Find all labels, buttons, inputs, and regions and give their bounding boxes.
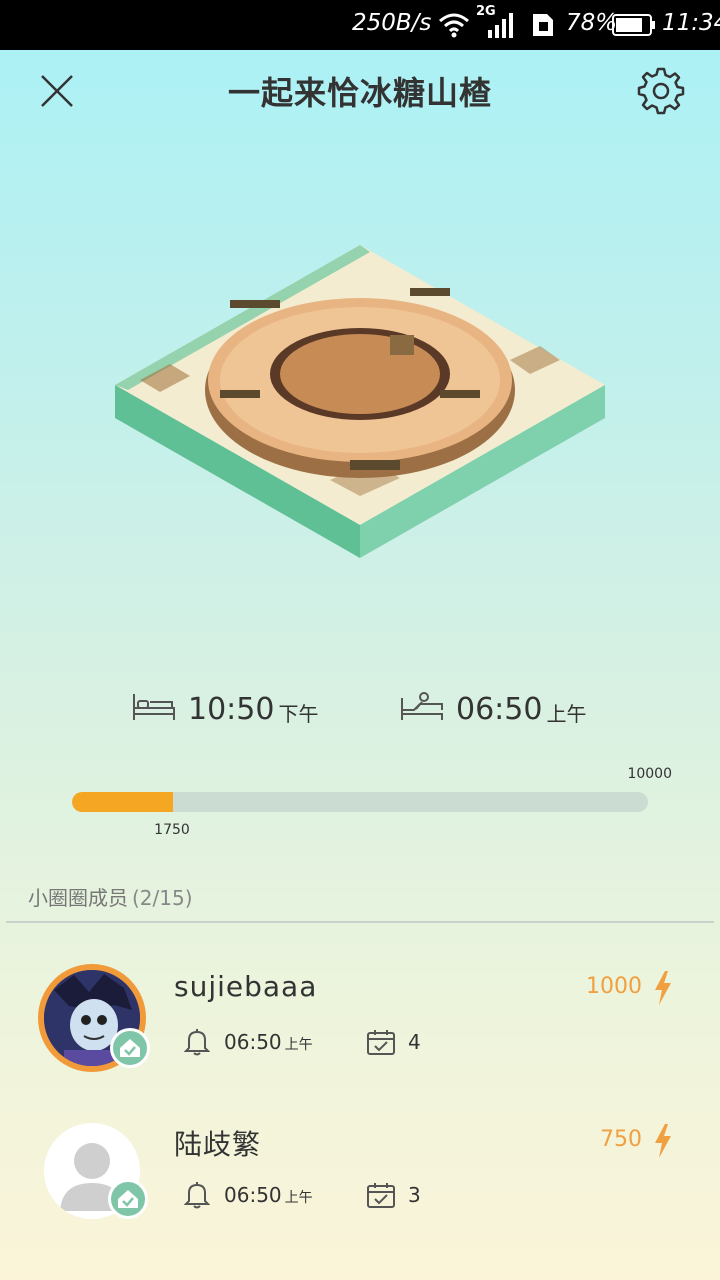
member-score: 1000 (586, 974, 642, 999)
wake-up-icon (401, 692, 443, 720)
members-label: 小圈圈成员 (28, 886, 128, 910)
bedtime-time: 10:50 (188, 692, 275, 727)
battery-percent: 78% (566, 10, 618, 36)
close-icon (41, 75, 73, 107)
status-bar: 250B/s 2G 78% 11:34 (0, 0, 720, 50)
network-rate: 250B/s (352, 10, 432, 36)
battery-icon (612, 14, 655, 36)
members-section-header: 小圈圈成员 (2/15) (28, 882, 193, 911)
member-row[interactable]: 陆歧繁 750 06:50 上午 3 (0, 1113, 720, 1253)
divider (6, 921, 714, 923)
bell-icon (184, 1182, 210, 1209)
member-name: 陆歧繁 (174, 1128, 262, 1161)
progress-max: 10000 (627, 766, 672, 782)
arena-island-illustration (115, 245, 605, 558)
wake-period: 上午 (546, 702, 587, 726)
lightning-icon (655, 971, 671, 1005)
member-checkins: 4 (408, 1030, 421, 1054)
gear-icon (637, 67, 685, 115)
progress-current: 1750 (154, 822, 190, 838)
lightning-icon (655, 1124, 671, 1158)
member-alarm: 06:50 上午 (224, 1030, 313, 1054)
member-alarm-time: 06:50 (224, 1030, 282, 1054)
sim-icon (533, 14, 553, 36)
progress-fill (72, 792, 173, 812)
bell-icon (184, 1029, 210, 1056)
clock: 11:34 (662, 10, 720, 36)
signal-icon (488, 13, 513, 38)
page-title: 一起来恰冰糖山楂 (227, 74, 492, 112)
bed-icon (133, 694, 175, 720)
calendar-check-icon (367, 1183, 395, 1208)
member-alarm-period: 上午 (284, 1037, 313, 1053)
progress-bar (72, 792, 648, 812)
home-badge-icon (110, 1028, 150, 1068)
wake-time-display: 06:50 上午 (400, 684, 586, 728)
member-name: sujiebaaa (174, 970, 318, 1003)
member-row[interactable]: sujiebaaa 1000 06:50 上午 4 (0, 960, 720, 1100)
wifi-icon (439, 13, 469, 38)
member-checkins: 3 (408, 1183, 421, 1207)
home-badge-icon (108, 1179, 148, 1219)
bedtime-display: 10:50 下午 (132, 684, 318, 728)
member-alarm: 06:50 上午 (224, 1183, 313, 1207)
member-alarm-period: 上午 (284, 1190, 313, 1206)
close-button[interactable] (38, 72, 76, 110)
calendar-check-icon (367, 1030, 395, 1055)
settings-button[interactable] (636, 66, 686, 116)
member-score: 750 (600, 1127, 642, 1152)
members-count: (2/15) (132, 886, 193, 910)
bedtime-period: 下午 (278, 702, 319, 726)
wake-time: 06:50 (456, 692, 543, 727)
member-alarm-time: 06:50 (224, 1183, 282, 1207)
